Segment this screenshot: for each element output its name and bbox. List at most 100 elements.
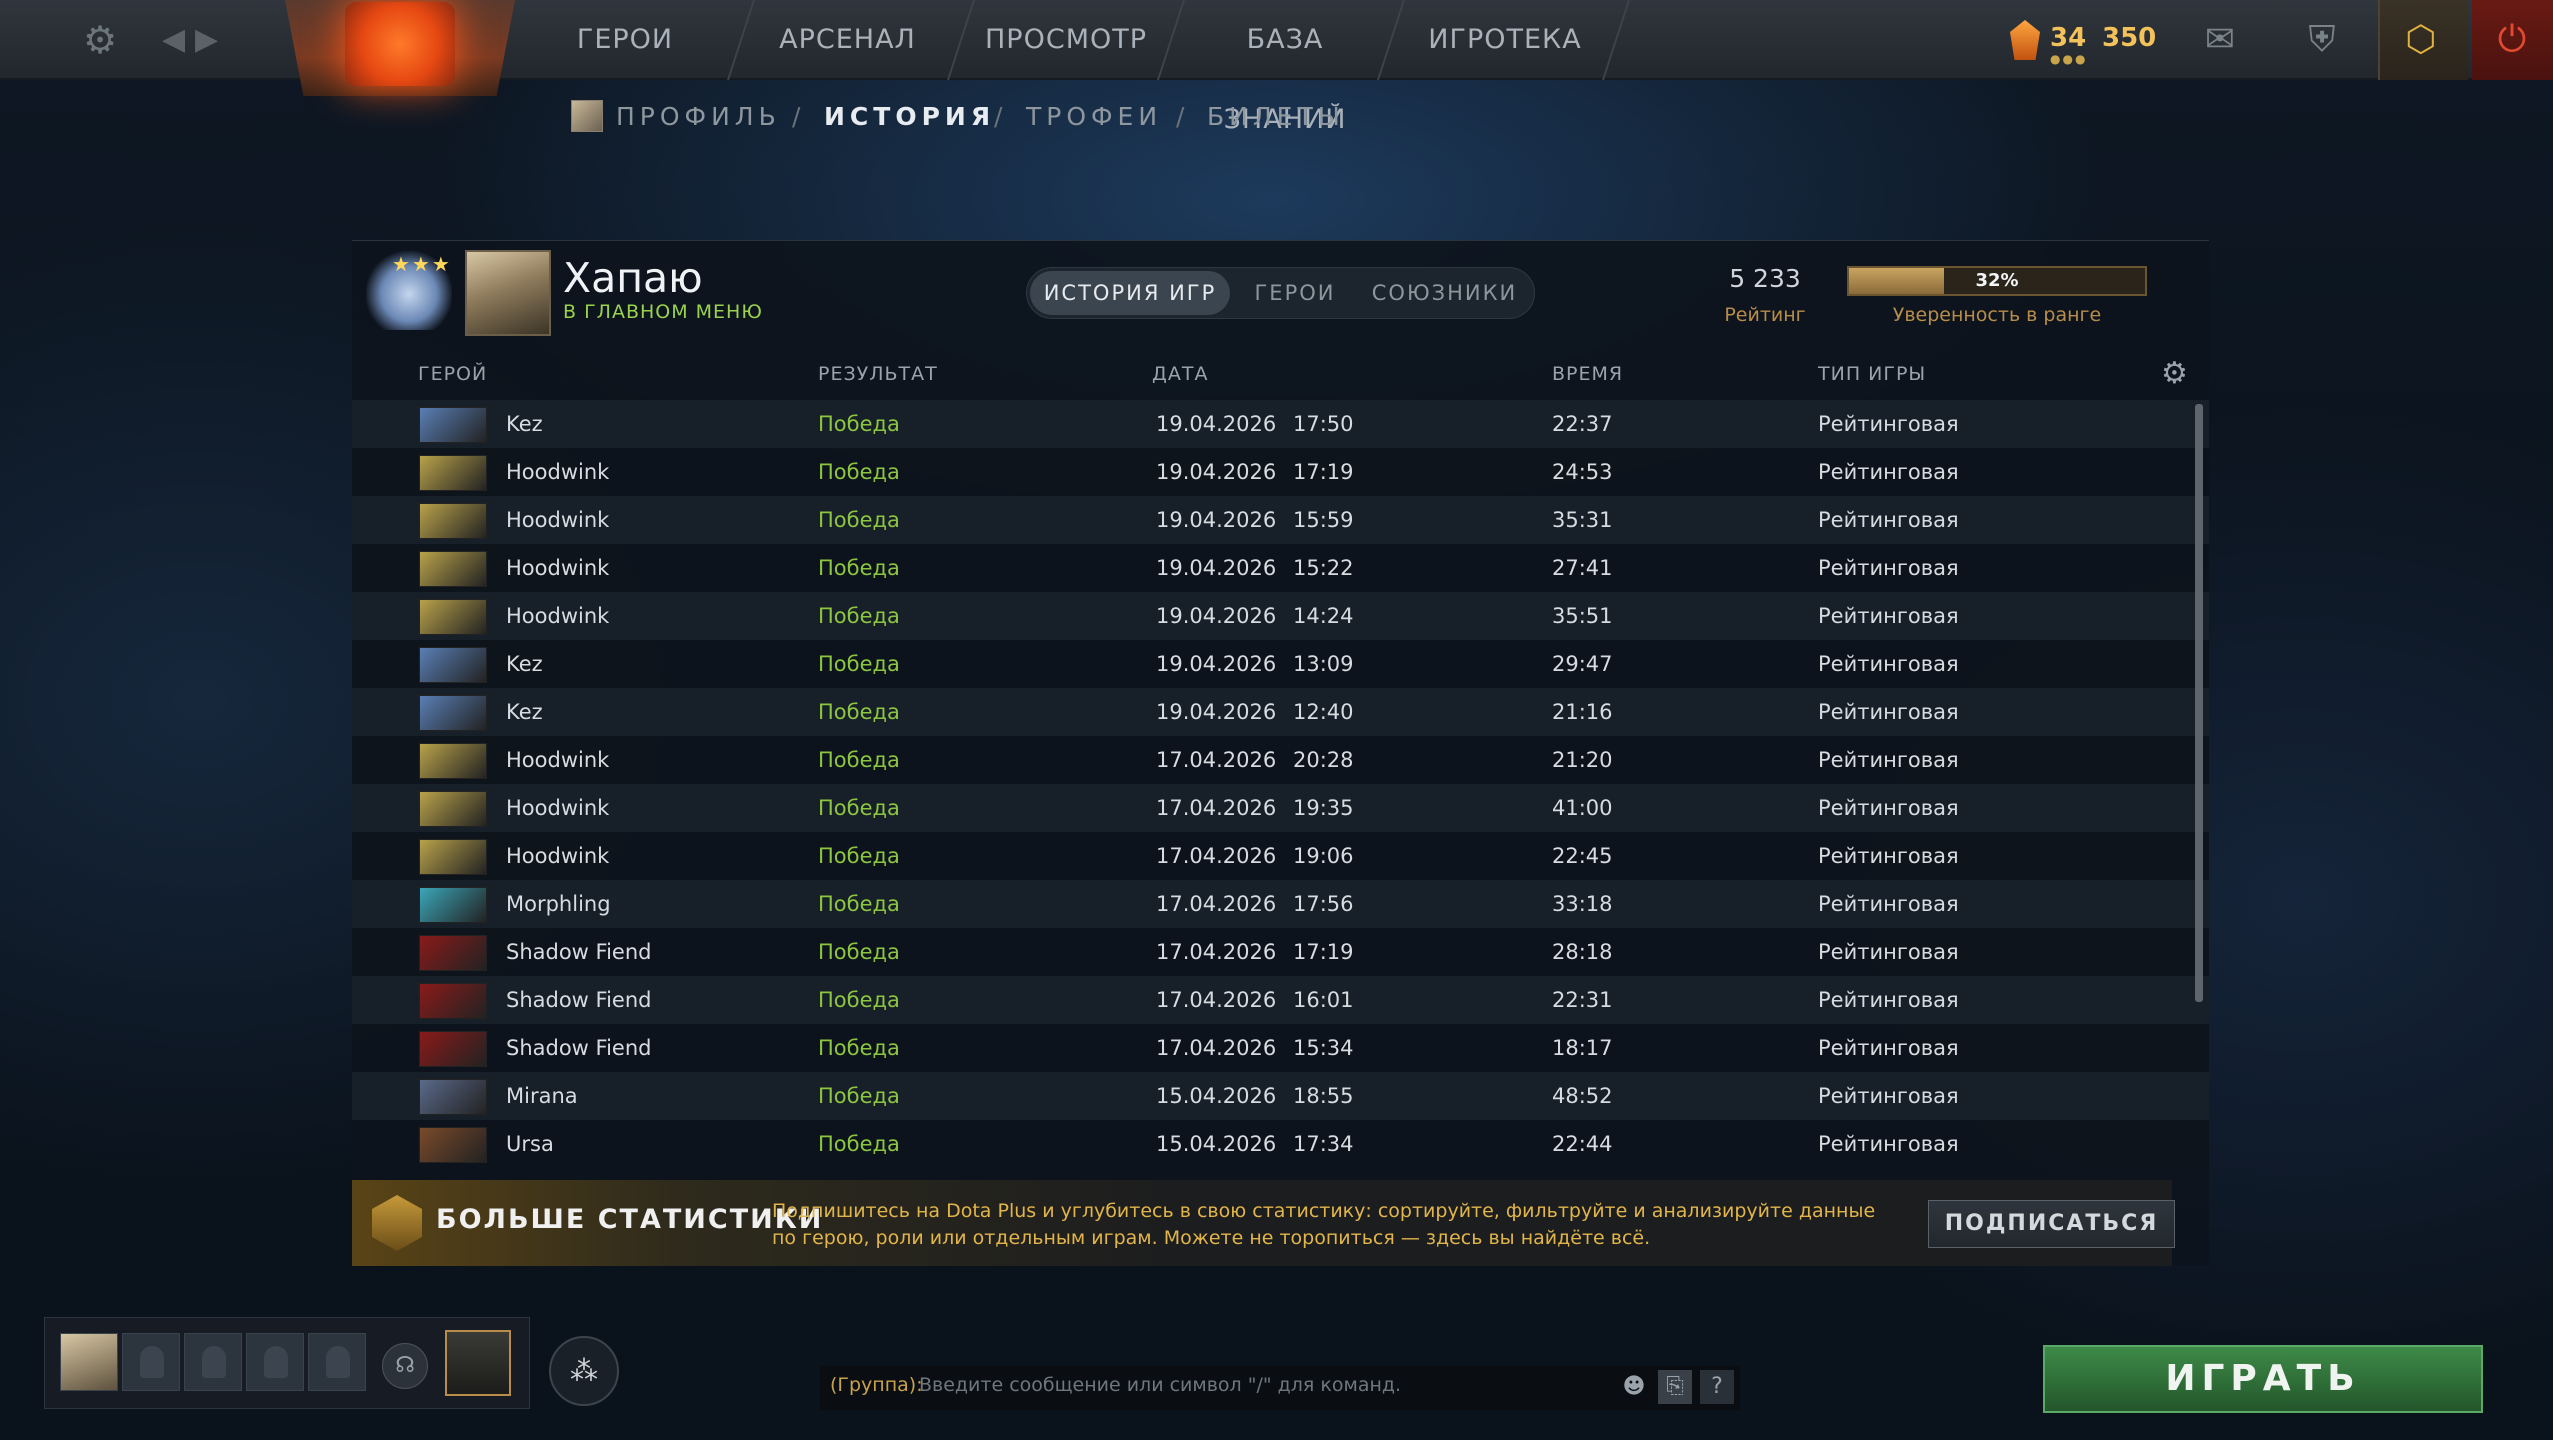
table-row[interactable]: Mirana Победа 15.04.2026 18:55 48:52 Рейтинго…	[352, 1072, 2209, 1120]
play-button[interactable]: ИГРАТЬ	[2043, 1345, 2483, 1413]
match-result: Победа	[818, 796, 900, 820]
match-result: Победа	[818, 1132, 900, 1156]
match-start-time: 15:59	[1293, 508, 1354, 532]
chat-input[interactable]: Введите сообщение или символ "/" для ком…	[919, 1374, 1401, 1396]
match-date: 17.04.2026	[1156, 748, 1277, 772]
forward-arrow-icon[interactable]: ▶	[195, 20, 218, 60]
match-date: 17.04.2026	[1156, 844, 1277, 868]
party-slot-empty[interactable]	[308, 1333, 366, 1391]
hero-portrait-icon	[419, 695, 487, 731]
promo-text: Подпишитесь на Dota Plus и углубитесь в …	[772, 1200, 1876, 1249]
tab-match-history[interactable]: ИСТОРИЯ ИГР	[1030, 271, 1230, 315]
chat-wheel-icon[interactable]: ⎘	[1658, 1370, 1692, 1404]
nav-arsenal[interactable]: АРСЕНАЛ	[770, 0, 925, 80]
game-type: Рейтинговая	[1818, 1036, 1959, 1060]
table-row[interactable]: Shadow Fiend Победа 17.04.2026 16:01 22:31 Ре…	[352, 976, 2209, 1024]
table-row[interactable]: Kez Победа 19.04.2026 12:40 21:16 Рейтинговая	[352, 688, 2209, 736]
hero-portrait-icon	[419, 455, 487, 491]
scrollbar[interactable]	[2195, 404, 2203, 1002]
table-row[interactable]: Hoodwink Победа 19.04.2026 15:59 35:31 Рейтин…	[352, 496, 2209, 544]
hero-name: Hoodwink	[506, 508, 610, 532]
hero-portrait-icon	[419, 551, 487, 587]
table-row[interactable]: Kez Победа 19.04.2026 17:50 22:37 Рейтинговая	[352, 400, 2209, 448]
promo-title: БОЛЬШЕ СТАТИСТИКИ	[436, 1204, 824, 1235]
match-date: 17.04.2026	[1156, 988, 1277, 1012]
dota-logo-icon[interactable]	[345, 2, 455, 86]
nav-heroes[interactable]: ГЕРОИ	[560, 0, 690, 80]
header-result[interactable]: РЕЗУЛЬТАТ	[818, 363, 938, 385]
party-slot-empty[interactable]	[246, 1333, 304, 1391]
player-avatar[interactable]	[465, 250, 551, 336]
table-row[interactable]: Hoodwink Победа 19.04.2026 17:19 24:53 Рейтин…	[352, 448, 2209, 496]
game-type: Рейтинговая	[1818, 460, 1959, 484]
table-row[interactable]: Hoodwink Победа 19.04.2026 14:24 35:51 Рейтин…	[352, 592, 2209, 640]
party-slot-empty[interactable]	[184, 1333, 242, 1391]
mail-icon[interactable]: ✉	[2180, 0, 2260, 80]
rank-stars-icon: ★★★	[392, 252, 452, 276]
hero-portrait-icon	[419, 935, 487, 971]
header-duration[interactable]: ВРЕМЯ	[1552, 363, 1623, 385]
game-type: Рейтинговая	[1818, 1084, 1959, 1108]
table-row[interactable]: Morphling Победа 17.04.2026 17:56 33:18 Рейти…	[352, 880, 2209, 928]
dota-plus-icon[interactable]: ⬡	[2381, 0, 2461, 80]
breadcrumb-trophies[interactable]: ТРОФЕИ	[1026, 100, 1162, 134]
header-game-type[interactable]: ТИП ИГРЫ	[1818, 363, 1926, 385]
hero-portrait-icon	[419, 647, 487, 683]
table-row[interactable]: Hoodwink Победа 17.04.2026 20:28 21:20 Рейтин…	[352, 736, 2209, 784]
subscribe-button[interactable]: ПОДПИСАТЬСЯ	[1928, 1200, 2175, 1248]
group-finder-icon[interactable]: ⁂	[549, 1336, 619, 1406]
profile-small-avatar[interactable]	[571, 100, 603, 132]
match-duration: 41:00	[1552, 796, 1613, 820]
table-row[interactable]: Shadow Fiend Победа 17.04.2026 17:19 28:18 Ре…	[352, 928, 2209, 976]
nav-watch[interactable]: ПРОСМОТР	[985, 0, 1146, 80]
confidence-label: Уверенность в ранге	[1892, 304, 2102, 326]
match-duration: 27:41	[1552, 556, 1613, 580]
breadcrumb-separator: /	[994, 102, 1003, 131]
game-type: Рейтинговая	[1818, 940, 1959, 964]
hero-name: Hoodwink	[506, 748, 610, 772]
settings-gear-icon[interactable]: ⚙	[80, 20, 120, 60]
nav-knowledge-base[interactable]: БАЗА ЗНАНИЙ	[1185, 0, 1385, 135]
table-row[interactable]: Hoodwink Победа 19.04.2026 15:22 27:41 Рейтин…	[352, 544, 2209, 592]
breadcrumb-tickets[interactable]: БИЛЕТЫ	[1207, 100, 1345, 134]
party-slot-empty[interactable]	[122, 1333, 180, 1391]
voice-chat-icon[interactable]: ☊	[382, 1343, 428, 1389]
rating-value: 5 233	[1729, 264, 1801, 293]
game-type: Рейтинговая	[1818, 604, 1959, 628]
table-row[interactable]: Hoodwink Победа 17.04.2026 19:35 41:00 Рейтин…	[352, 784, 2209, 832]
hero-portrait-icon	[419, 1079, 487, 1115]
table-row[interactable]: Ursa Победа 15.04.2026 17:34 22:44 Рейтингова…	[352, 1120, 2209, 1168]
match-date: 17.04.2026	[1156, 1036, 1277, 1060]
match-date: 19.04.2026	[1156, 412, 1277, 436]
party-slot-self-avatar[interactable]	[60, 1333, 118, 1391]
breadcrumb-history[interactable]: ИСТОРИЯ	[824, 100, 995, 134]
nav-arcade[interactable]: ИГРОТЕКА	[1425, 0, 1585, 80]
table-row[interactable]: Kez Победа 19.04.2026 13:09 29:47 Рейтинговая	[352, 640, 2209, 688]
breadcrumb-profile[interactable]: ПРОФИЛЬ	[616, 100, 781, 134]
header-hero[interactable]: ГЕРОЙ	[418, 363, 487, 385]
header-date[interactable]: ДАТА	[1152, 363, 1208, 385]
hero-name: Hoodwink	[506, 556, 610, 580]
shards-dots-icon: ●●●	[2050, 52, 2088, 66]
hero-name: Kez	[506, 412, 543, 436]
tab-allies[interactable]: СОЮЗНИКИ	[1362, 267, 1527, 319]
chat-help-icon[interactable]: ?	[1700, 1370, 1734, 1404]
match-date: 19.04.2026	[1156, 604, 1277, 628]
game-type: Рейтинговая	[1818, 748, 1959, 772]
ranked-role-icon[interactable]	[445, 1330, 511, 1396]
armory-icon[interactable]: ⛨	[2282, 0, 2362, 80]
match-date: 15.04.2026	[1156, 1084, 1277, 1108]
power-icon[interactable]: ⏻	[2472, 0, 2552, 80]
hero-portrait-icon	[419, 887, 487, 923]
player-name: Хапаю	[563, 254, 703, 302]
emoticon-icon[interactable]: ☻	[1617, 1370, 1651, 1404]
table-row[interactable]: Shadow Fiend Победа 17.04.2026 15:34 18:17 Ре…	[352, 1024, 2209, 1072]
table-row[interactable]: Hoodwink Победа 17.04.2026 19:06 22:45 Рейтин…	[352, 832, 2209, 880]
tab-heroes[interactable]: ГЕРОИ	[1240, 267, 1350, 319]
table-settings-gear-icon[interactable]: ⚙	[2161, 358, 2188, 390]
match-start-time: 18:55	[1293, 1084, 1354, 1108]
game-type: Рейтинговая	[1818, 988, 1959, 1012]
match-result: Победа	[818, 1084, 900, 1108]
back-arrow-icon[interactable]: ◀	[162, 20, 185, 60]
match-start-time: 20:28	[1293, 748, 1354, 772]
